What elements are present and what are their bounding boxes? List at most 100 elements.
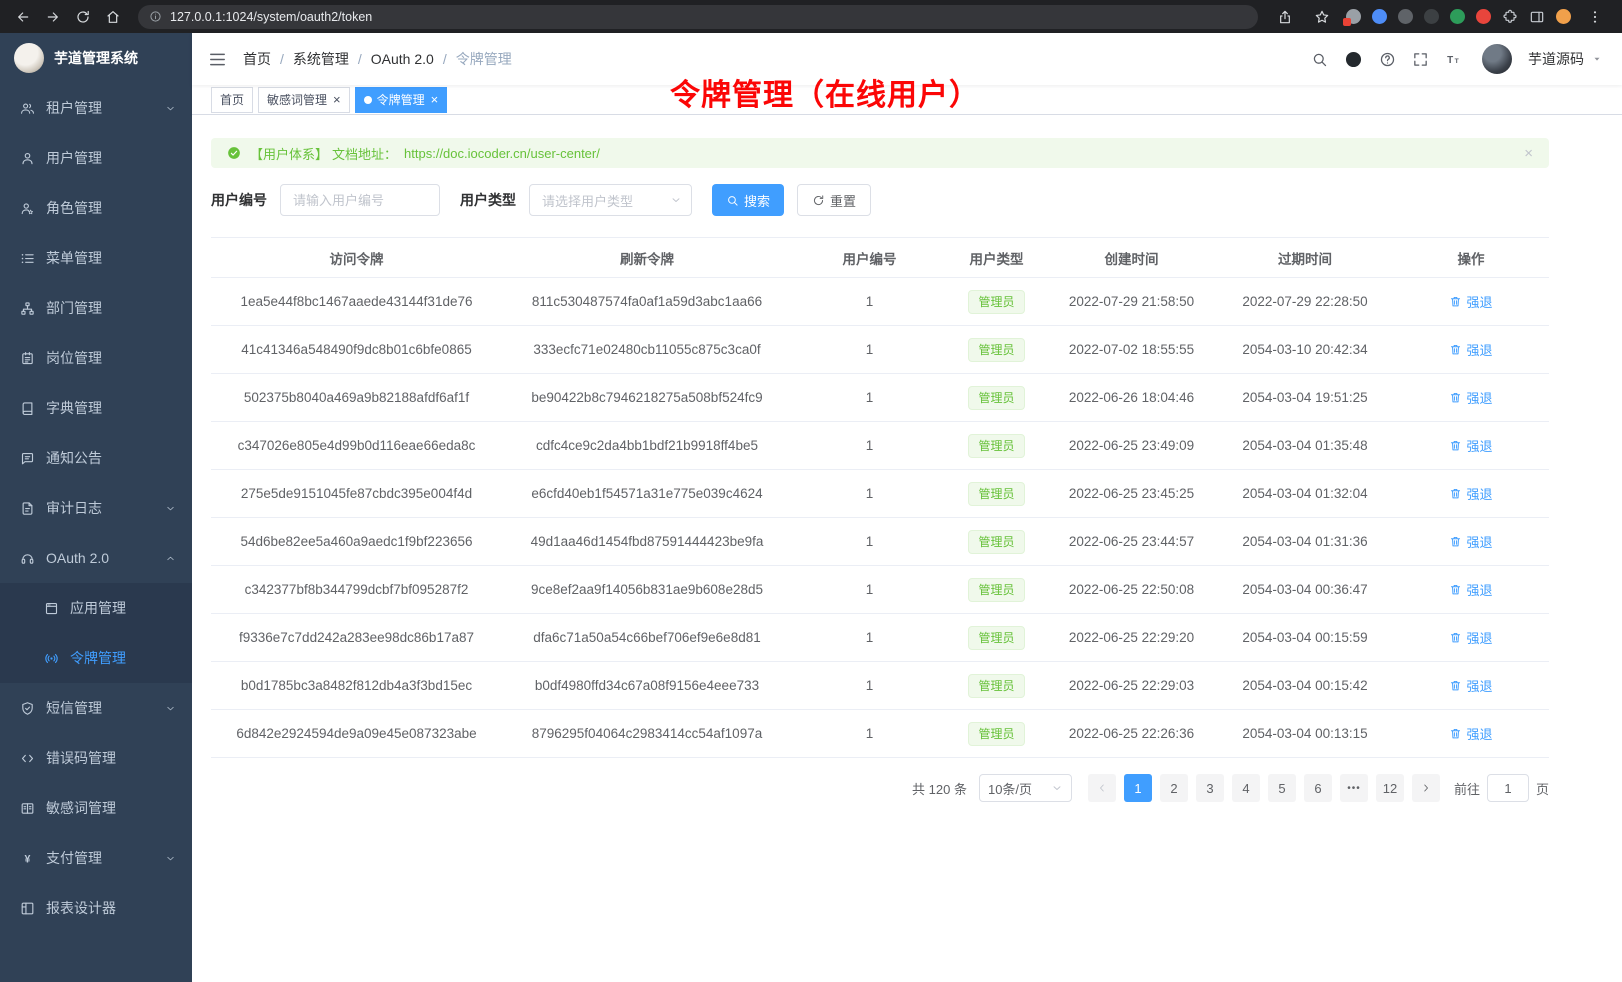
prev-page-button[interactable]	[1088, 774, 1116, 802]
sidebar-item-oauth2[interactable]: OAuth 2.0	[0, 533, 192, 583]
share-icon[interactable]	[1272, 5, 1298, 29]
app-logo[interactable]: 芋道管理系统	[0, 33, 192, 83]
browser-menu-icon[interactable]	[1582, 5, 1608, 29]
table-row: c342377bf8b344799dcbf7bf095287f29ce8ef2a…	[211, 566, 1549, 614]
view-tab[interactable]: 首页	[211, 87, 253, 113]
pager-page-6[interactable]: 6	[1304, 774, 1332, 802]
pager-page-4[interactable]: 4	[1232, 774, 1260, 802]
address-bar[interactable]: 127.0.0.1:1024/system/oauth2/token	[138, 5, 1258, 29]
active-tab-dot	[364, 96, 372, 104]
profile-avatar-icon[interactable]	[1556, 9, 1571, 24]
next-page-button[interactable]	[1412, 774, 1440, 802]
bookmark-star-icon[interactable]	[1309, 5, 1335, 29]
sidebar-item-errcode[interactable]: 错误码管理	[0, 733, 192, 783]
alert-close-icon[interactable]: ×	[1524, 145, 1533, 162]
user-id-cell: 1	[792, 566, 947, 614]
user-id-cell: 1	[792, 278, 947, 326]
user-avatar[interactable]	[1482, 44, 1512, 74]
user-type-label: 用户类型	[460, 190, 516, 210]
pager-page-2[interactable]: 2	[1160, 774, 1188, 802]
delete-icon	[1449, 679, 1462, 692]
browser-back-icon[interactable]	[10, 5, 36, 29]
browser-home-icon[interactable]	[100, 5, 126, 29]
chevron-down-icon	[165, 503, 176, 514]
extension-blue-icon[interactable]	[1372, 9, 1387, 24]
force-logout-button[interactable]: 强退	[1449, 340, 1492, 359]
refresh-token-cell: 811c530487574fa0af1a59d3abc1aa66	[502, 278, 792, 326]
reset-button[interactable]: 重置	[797, 184, 871, 216]
user-type-badge: 管理员	[968, 482, 1024, 506]
font-size-icon[interactable]: TT	[1445, 51, 1462, 68]
pager-page-5[interactable]: 5	[1268, 774, 1296, 802]
access-token-cell: f9336e7c7dd242a283ee98dc86b17a87	[211, 614, 502, 662]
sidebar-toggle-icon[interactable]	[208, 50, 227, 69]
force-logout-button[interactable]: 强退	[1449, 436, 1492, 455]
search-button[interactable]: 搜索	[712, 184, 784, 216]
browser-forward-icon[interactable]	[40, 5, 66, 29]
help-icon[interactable]	[1379, 51, 1396, 68]
sidebar-item-role[interactable]: 角色管理	[0, 183, 192, 233]
page-size-select[interactable]: 10条/页	[979, 774, 1072, 802]
github-icon[interactable]	[1344, 50, 1363, 69]
force-logout-button[interactable]: 强退	[1449, 724, 1492, 743]
extension-ring-icon[interactable]	[1398, 9, 1413, 24]
force-logout-button[interactable]: 强退	[1449, 532, 1492, 551]
pager-page-12[interactable]: 12	[1376, 774, 1404, 802]
extension-green-icon[interactable]	[1450, 9, 1465, 24]
doc-link[interactable]: https://doc.iocoder.cn/user-center/	[404, 146, 600, 161]
pager-page-1[interactable]: 1	[1124, 774, 1152, 802]
sidebar-item-oauth2-app[interactable]: 应用管理	[0, 583, 192, 633]
sidebar-item-notice[interactable]: 通知公告	[0, 433, 192, 483]
browser-reload-icon[interactable]	[70, 5, 96, 29]
sidebar-item-user[interactable]: 用户管理	[0, 133, 192, 183]
breadcrumb-item[interactable]: 首页	[243, 49, 271, 69]
extension-red-icon[interactable]	[1476, 9, 1491, 24]
force-logout-button[interactable]: 强退	[1449, 292, 1492, 311]
table-row: 275e5de9151045fe87cbdc395e004f4de6cfd40e…	[211, 470, 1549, 518]
sidebar-item-tenant[interactable]: 租户管理	[0, 83, 192, 133]
site-info-icon[interactable]	[149, 10, 162, 23]
sidebar-item-sensitive[interactable]: 敏感词管理	[0, 783, 192, 833]
sidebar-item-dept[interactable]: 部门管理	[0, 283, 192, 333]
sidebar-item-sms[interactable]: 短信管理	[0, 683, 192, 733]
breadcrumb-item[interactable]: 系统管理	[293, 49, 349, 69]
extension-dark-icon[interactable]	[1424, 9, 1439, 24]
sidebar-item-dict[interactable]: 字典管理	[0, 383, 192, 433]
user-type-cell: 管理员	[947, 710, 1046, 758]
sidebar-item-report[interactable]: 报表设计器	[0, 883, 192, 933]
sidebar-item-pay[interactable]: ¥支付管理	[0, 833, 192, 883]
force-logout-button[interactable]: 强退	[1449, 388, 1492, 407]
user-id-cell: 1	[792, 614, 947, 662]
view-tab[interactable]: 令牌管理×	[355, 87, 448, 113]
expire-time-cell: 2054-03-04 01:31:36	[1217, 518, 1393, 566]
pager-more-button[interactable]: •••	[1340, 774, 1368, 802]
errcode-icon	[20, 751, 35, 766]
sidebar-item-oauth2-token[interactable]: 令牌管理	[0, 633, 192, 683]
force-logout-button[interactable]: 强退	[1449, 628, 1492, 647]
view-tab[interactable]: 敏感词管理×	[258, 87, 350, 113]
puzzle-icon[interactable]	[1502, 9, 1518, 25]
goto-page-input[interactable]	[1487, 774, 1529, 802]
search-icon[interactable]	[1311, 51, 1328, 68]
sidebar-item-post[interactable]: 岗位管理	[0, 333, 192, 383]
chevron-down-icon[interactable]	[1592, 54, 1602, 64]
tab-close-icon[interactable]: ×	[431, 93, 439, 106]
force-logout-button[interactable]: 强退	[1449, 484, 1492, 503]
sidebar-item-menu[interactable]: 菜单管理	[0, 233, 192, 283]
user-name[interactable]: 芋道源码	[1528, 49, 1584, 69]
user-type-select[interactable]: 请选择用户类型	[529, 184, 692, 216]
sidebar-item-audit[interactable]: 审计日志	[0, 483, 192, 533]
pager-page-3[interactable]: 3	[1196, 774, 1224, 802]
breadcrumb-separator: /	[358, 51, 362, 67]
force-logout-label: 强退	[1466, 388, 1492, 407]
side-panel-icon[interactable]	[1529, 9, 1545, 25]
breadcrumb-item[interactable]: OAuth 2.0	[371, 51, 434, 67]
action-cell: 强退	[1393, 566, 1549, 614]
user-type-cell: 管理员	[947, 662, 1046, 710]
fullscreen-icon[interactable]	[1412, 51, 1429, 68]
force-logout-button[interactable]: 强退	[1449, 676, 1492, 695]
extension-badge-icon[interactable]	[1346, 9, 1361, 24]
user-id-input[interactable]	[280, 184, 440, 216]
force-logout-button[interactable]: 强退	[1449, 580, 1492, 599]
tab-close-icon[interactable]: ×	[333, 93, 341, 106]
